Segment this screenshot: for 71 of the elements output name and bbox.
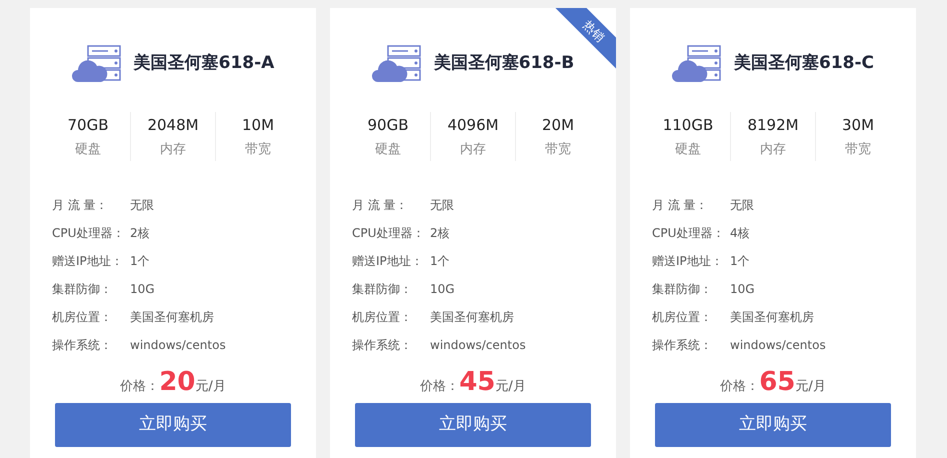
detail-value: 2核 [130, 225, 150, 242]
price-value: 20 [159, 366, 196, 399]
price-value: 45 [459, 366, 496, 399]
detail-label: CPU处理器： [52, 225, 126, 242]
detail-label: 集群防御： [352, 281, 413, 298]
spec-label: 带宽 [245, 140, 271, 158]
spec-label: 硬盘 [675, 140, 701, 158]
detail-value: 10G [730, 281, 755, 298]
detail-label: 操作系统： [52, 337, 113, 354]
spec-value: 10M [242, 115, 274, 136]
detail-label: 月 流 量： [352, 197, 409, 214]
buy-button[interactable]: 立即购买 [655, 403, 891, 447]
detail-value: windows/centos [130, 337, 226, 354]
detail-value: 4核 [730, 225, 750, 242]
spec-label: 带宽 [545, 140, 571, 158]
spec-label: 内存 [460, 140, 486, 158]
detail-label: 月 流 量： [652, 197, 709, 214]
detail-value: windows/centos [730, 337, 826, 354]
detail-value: 美国圣何塞机房 [430, 309, 514, 326]
plan-title: 美国圣何塞618-A [134, 52, 274, 76]
spec-value: 8192M [747, 115, 799, 136]
detail-value: windows/centos [430, 337, 526, 354]
spec-value: 4096M [447, 115, 499, 136]
detail-label: 月 流 量： [52, 197, 109, 214]
cloud-server-icon [72, 45, 122, 83]
detail-label: 赠送IP地址： [652, 253, 724, 270]
detail-value: 无限 [730, 197, 754, 214]
price-label: 价格： [420, 378, 460, 396]
detail-label: 操作系统： [352, 337, 413, 354]
spec-value: 90GB [367, 115, 408, 136]
detail-value: 2核 [430, 225, 450, 242]
spec-label: 硬盘 [75, 140, 101, 158]
detail-label: CPU处理器： [652, 225, 726, 242]
spec-label: 硬盘 [375, 140, 401, 158]
spec-value: 20M [542, 115, 574, 136]
price-value: 65 [759, 366, 796, 399]
detail-value: 1个 [130, 253, 150, 270]
detail-label: CPU处理器： [352, 225, 426, 242]
detail-label: 赠送IP地址： [352, 253, 424, 270]
detail-label: 操作系统： [652, 337, 713, 354]
detail-value: 无限 [430, 197, 454, 214]
spec-value: 30M [842, 115, 874, 136]
cloud-server-icon [672, 45, 722, 83]
detail-label: 机房位置： [52, 309, 113, 326]
buy-button[interactable]: 立即购买 [55, 403, 291, 447]
spec-value: 110GB [662, 115, 714, 136]
price-unit: 元/月 [495, 378, 526, 396]
cloud-server-icon [372, 45, 422, 83]
detail-label: 集群防御： [652, 281, 713, 298]
detail-value: 无限 [130, 197, 154, 214]
detail-value: 美国圣何塞机房 [730, 309, 814, 326]
detail-value: 10G [430, 281, 455, 298]
price-label: 价格： [720, 378, 760, 396]
detail-label: 集群防御： [52, 281, 113, 298]
detail-value: 1个 [430, 253, 450, 270]
detail-value: 10G [130, 281, 155, 298]
spec-label: 内存 [760, 140, 786, 158]
detail-value: 1个 [730, 253, 750, 270]
detail-label: 机房位置： [652, 309, 713, 326]
plan-title: 美国圣何塞618-C [734, 52, 874, 76]
spec-value: 2048M [147, 115, 199, 136]
price-label: 价格： [120, 378, 160, 396]
detail-label: 赠送IP地址： [52, 253, 124, 270]
spec-label: 带宽 [845, 140, 871, 158]
detail-label: 机房位置： [352, 309, 413, 326]
spec-label: 内存 [160, 140, 186, 158]
price-unit: 元/月 [195, 378, 226, 396]
price-unit: 元/月 [795, 378, 826, 396]
spec-value: 70GB [67, 115, 108, 136]
detail-value: 美国圣何塞机房 [130, 309, 214, 326]
buy-button[interactable]: 立即购买 [355, 403, 591, 447]
